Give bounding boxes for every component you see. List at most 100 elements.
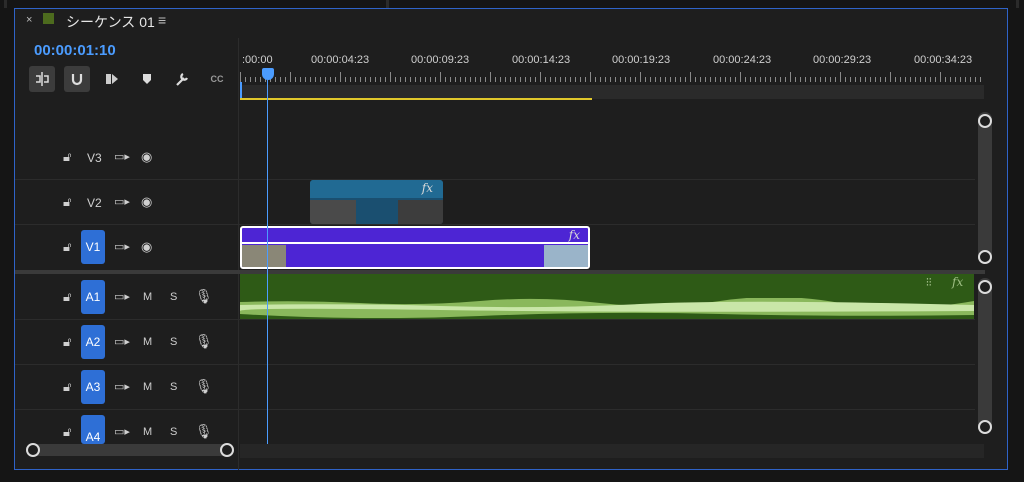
zoom-handle-left[interactable] — [26, 443, 40, 457]
track-row-a2[interactable]: 🔓︎ A2 ▭▸ M S 🎙︎ — [15, 320, 975, 365]
ruler-tick — [650, 77, 651, 82]
ruler-tick — [240, 72, 241, 82]
snap-button[interactable] — [64, 66, 90, 92]
track-name-v1[interactable]: V1 — [81, 230, 105, 264]
sync-lock-icon[interactable]: ▭▸ — [114, 240, 130, 253]
scroll-handle[interactable] — [978, 280, 992, 294]
ruler-tick — [940, 72, 941, 82]
timeline-zoom-scrollbar[interactable] — [26, 443, 234, 457]
linked-selection-button[interactable] — [99, 66, 125, 92]
scroll-handle[interactable] — [978, 250, 992, 264]
insert-edit-button[interactable] — [29, 66, 55, 92]
lock-icon[interactable]: 🔓︎ — [63, 424, 71, 440]
ruler-label: 00:00:34:23 — [914, 54, 973, 66]
ruler-tick — [340, 72, 341, 82]
audio-clip-a1[interactable]: ⫶⫶ fx — [240, 274, 974, 319]
eye-icon[interactable]: ◉ — [141, 149, 152, 165]
playhead-line[interactable] — [267, 80, 268, 444]
linked-selection-icon — [106, 74, 118, 84]
zoom-handle-right[interactable] — [220, 443, 234, 457]
eye-icon[interactable]: ◉ — [141, 239, 152, 255]
mute-button[interactable]: M — [143, 426, 152, 438]
sync-lock-icon[interactable]: ▭▸ — [114, 290, 130, 303]
video-clip-v2[interactable]: fx — [310, 180, 443, 224]
mute-button[interactable]: M — [143, 291, 152, 303]
scroll-handle[interactable] — [978, 114, 992, 128]
ruler-tick — [945, 77, 946, 82]
ruler-tick — [700, 77, 701, 82]
wrench-settings-icon — [176, 73, 188, 86]
microphone-icon[interactable]: 🎙︎ — [195, 333, 213, 350]
ruler-tick — [360, 77, 361, 82]
track-name-v3[interactable]: V3 — [87, 151, 102, 165]
lock-icon[interactable]: 🔓︎ — [63, 289, 71, 305]
track-row-a3[interactable]: 🔓︎ A3 ▭▸ M S 🎙︎ — [15, 365, 975, 410]
mute-button[interactable]: M — [143, 381, 152, 393]
sequence-tab-title[interactable]: シーケンス 01 — [66, 12, 155, 32]
track-name-v2[interactable]: V2 — [87, 196, 102, 210]
scroll-handle[interactable] — [978, 420, 992, 434]
ruler-tick — [355, 77, 356, 82]
captions-button[interactable]: CC — [204, 66, 230, 92]
ruler-tick — [445, 77, 446, 82]
ruler-tick — [770, 77, 771, 82]
ruler-tick — [895, 77, 896, 82]
track-name-a1[interactable]: A1 — [81, 280, 105, 314]
microphone-icon[interactable]: 🎙︎ — [195, 378, 213, 395]
ruler-label: 00:00:24:23 — [713, 54, 772, 66]
ruler-tick — [910, 77, 911, 82]
ruler-tick — [560, 77, 561, 82]
ruler-tick — [625, 77, 626, 82]
lock-icon[interactable]: 🔓︎ — [63, 239, 71, 255]
ruler-tick — [890, 72, 891, 82]
work-area-track[interactable] — [240, 85, 984, 99]
track-name-a4[interactable]: A4 — [81, 415, 105, 444]
track-name-a3[interactable]: A3 — [81, 370, 105, 404]
ruler-tick — [315, 77, 316, 82]
track-row-v2[interactable]: 🔓︎ V2 ▭▸ ◉ — [15, 180, 975, 225]
solo-button[interactable]: S — [170, 336, 177, 348]
ruler-tick — [605, 77, 606, 82]
timeline-scroll-track[interactable] — [240, 444, 984, 458]
ruler-tick — [570, 77, 571, 82]
solo-button[interactable]: S — [170, 291, 177, 303]
microphone-icon[interactable]: 🎙︎ — [195, 423, 213, 440]
video-clip-v1[interactable]: fx — [240, 226, 590, 269]
close-tab-button[interactable]: × — [26, 14, 32, 26]
mute-button[interactable]: M — [143, 336, 152, 348]
solo-button[interactable]: S — [170, 426, 177, 438]
playhead-timecode[interactable]: 00:00:01:10 — [34, 42, 116, 59]
time-ruler[interactable] — [240, 66, 982, 82]
sync-lock-icon[interactable]: ▭▸ — [114, 195, 130, 208]
lock-icon[interactable]: 🔓︎ — [63, 379, 71, 395]
sync-lock-icon[interactable]: ▭▸ — [114, 150, 130, 163]
work-area-bar[interactable] — [240, 98, 592, 100]
video-tracks-scrollbar[interactable] — [978, 112, 992, 264]
eye-icon[interactable]: ◉ — [141, 194, 152, 210]
ruler-tick — [805, 77, 806, 82]
solo-button[interactable]: S — [170, 381, 177, 393]
playhead-handle[interactable] — [262, 68, 274, 80]
panel-menu-icon[interactable]: ≡ — [158, 12, 166, 28]
ruler-tick — [835, 77, 836, 82]
sync-lock-icon[interactable]: ▭▸ — [114, 335, 130, 348]
ruler-label: 00:00:09:23 — [411, 54, 470, 66]
ruler-tick — [390, 72, 391, 82]
lock-icon[interactable]: 🔓︎ — [63, 334, 71, 350]
lock-icon[interactable]: 🔓︎ — [63, 194, 71, 210]
timeline-settings-button[interactable] — [169, 66, 195, 92]
ruler-tick — [365, 77, 366, 82]
add-marker-button[interactable] — [134, 66, 160, 92]
track-row-v3[interactable]: 🔓︎ V3 ▭▸ ◉ — [15, 135, 975, 180]
audio-tracks-scrollbar[interactable] — [978, 278, 992, 434]
microphone-icon[interactable]: 🎙︎ — [195, 288, 213, 305]
sync-lock-icon[interactable]: ▭▸ — [114, 380, 130, 393]
lock-icon[interactable]: 🔓︎ — [63, 149, 71, 165]
sync-lock-icon[interactable]: ▭▸ — [114, 425, 130, 438]
ruler-tick — [610, 77, 611, 82]
ruler-tick — [480, 77, 481, 82]
track-row-a4[interactable]: 🔓︎ A4 ▭▸ M S 🎙︎ — [15, 410, 975, 444]
track-name-a2[interactable]: A2 — [81, 325, 105, 359]
ruler-tick — [765, 77, 766, 82]
ruler-tick — [505, 77, 506, 82]
